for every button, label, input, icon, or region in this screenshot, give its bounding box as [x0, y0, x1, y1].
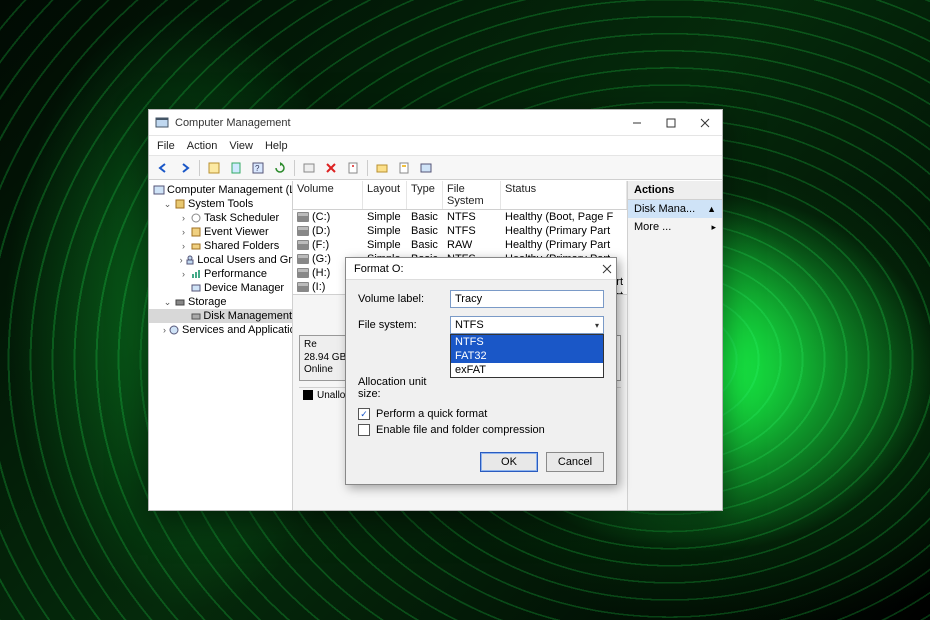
- computer-management-window: Computer Management File Action View Hel…: [148, 109, 723, 511]
- actions-disk-management[interactable]: Disk Mana...▲: [628, 200, 722, 218]
- tree-item[interactable]: ›Task Scheduler: [149, 211, 292, 225]
- properties-icon[interactable]: [343, 158, 363, 178]
- volume-row[interactable]: (D:)SimpleBasicNTFSHealthy (Primary Part: [293, 224, 627, 238]
- dialog-title: Format O:: [354, 263, 602, 275]
- window-title: Computer Management: [175, 117, 620, 129]
- refresh-button[interactable]: [270, 158, 290, 178]
- chevron-right-icon: ▸: [711, 222, 716, 233]
- menu-view[interactable]: View: [229, 140, 253, 152]
- svg-text:?: ?: [255, 164, 260, 173]
- tree-services[interactable]: ›Services and Applicatio: [149, 323, 292, 337]
- tree-item[interactable]: ›Local Users and Gr: [149, 253, 292, 267]
- col-type[interactable]: Type: [407, 181, 443, 209]
- app-icon: [155, 116, 169, 130]
- delete-icon[interactable]: [321, 158, 341, 178]
- titlebar[interactable]: Computer Management: [149, 110, 722, 136]
- actions-header: Actions: [628, 181, 722, 200]
- file-system-combobox[interactable]: NTFS▾: [450, 316, 604, 334]
- quick-format-checkbox[interactable]: ✓ Perform a quick format: [358, 408, 604, 420]
- maximize-button[interactable]: [654, 110, 688, 135]
- menu-file[interactable]: File: [157, 140, 175, 152]
- dialog-close-icon[interactable]: [602, 264, 612, 274]
- tree-system-tools[interactable]: ⌄System Tools: [149, 197, 292, 211]
- toolbar-icon[interactable]: [299, 158, 319, 178]
- col-filesystem[interactable]: File System: [443, 181, 501, 209]
- ok-button[interactable]: OK: [480, 452, 538, 472]
- chevron-down-icon: ▾: [595, 321, 599, 330]
- tree-item[interactable]: Device Manager: [149, 281, 292, 295]
- checkbox-icon: ✓: [358, 408, 370, 420]
- toolbar-icon[interactable]: [204, 158, 224, 178]
- toolbar-icon[interactable]: [394, 158, 414, 178]
- col-status[interactable]: Status: [501, 181, 627, 209]
- toolbar: ?: [149, 156, 722, 180]
- menu-help[interactable]: Help: [265, 140, 288, 152]
- allocation-size-label: Allocation unit size:: [358, 376, 450, 400]
- back-button[interactable]: [153, 158, 173, 178]
- dialog-titlebar[interactable]: Format O:: [346, 258, 616, 280]
- file-system-dropdown[interactable]: NTFS FAT32 exFAT: [450, 334, 604, 378]
- file-system-label: File system:: [358, 319, 450, 331]
- collapse-icon: ▲: [707, 204, 716, 214]
- toolbar-icon[interactable]: [372, 158, 392, 178]
- compression-checkbox[interactable]: Enable file and folder compression: [358, 424, 604, 436]
- volume-row[interactable]: (C:)SimpleBasicNTFSHealthy (Boot, Page F: [293, 210, 627, 224]
- checkbox-icon: [358, 424, 370, 436]
- actions-pane: Actions Disk Mana...▲ More ...▸: [628, 181, 722, 510]
- volume-list-header: Volume Layout Type File System Status: [293, 181, 627, 210]
- tree-item[interactable]: ›Event Viewer: [149, 225, 292, 239]
- toolbar-icon[interactable]: [416, 158, 436, 178]
- actions-more[interactable]: More ...▸: [628, 218, 722, 236]
- col-layout[interactable]: Layout: [363, 181, 407, 209]
- navigation-tree[interactable]: Computer Management (L ⌄System Tools ›Ta…: [149, 181, 293, 510]
- dropdown-option[interactable]: NTFS: [451, 335, 603, 349]
- tree-storage[interactable]: ⌄Storage: [149, 295, 292, 309]
- toolbar-icon[interactable]: [226, 158, 246, 178]
- close-button[interactable]: [688, 110, 722, 135]
- dropdown-option[interactable]: FAT32: [451, 349, 603, 363]
- volume-label-label: Volume label:: [358, 293, 450, 305]
- menu-action[interactable]: Action: [187, 140, 218, 152]
- cancel-button[interactable]: Cancel: [546, 452, 604, 472]
- tree-item[interactable]: ›Shared Folders: [149, 239, 292, 253]
- tree-item[interactable]: ›Performance: [149, 267, 292, 281]
- tree-disk-management[interactable]: Disk Management: [149, 309, 292, 323]
- volume-row[interactable]: (F:)SimpleBasicRAWHealthy (Primary Part: [293, 238, 627, 252]
- dropdown-option[interactable]: exFAT: [451, 363, 603, 377]
- menubar: File Action View Help: [149, 136, 722, 156]
- format-dialog: Format O: Volume label: Tracy File syste…: [345, 257, 617, 485]
- minimize-button[interactable]: [620, 110, 654, 135]
- toolbar-icon[interactable]: ?: [248, 158, 268, 178]
- volume-label-input[interactable]: Tracy: [450, 290, 604, 308]
- tree-root[interactable]: Computer Management (L: [149, 183, 292, 197]
- forward-button[interactable]: [175, 158, 195, 178]
- col-volume[interactable]: Volume: [293, 181, 363, 209]
